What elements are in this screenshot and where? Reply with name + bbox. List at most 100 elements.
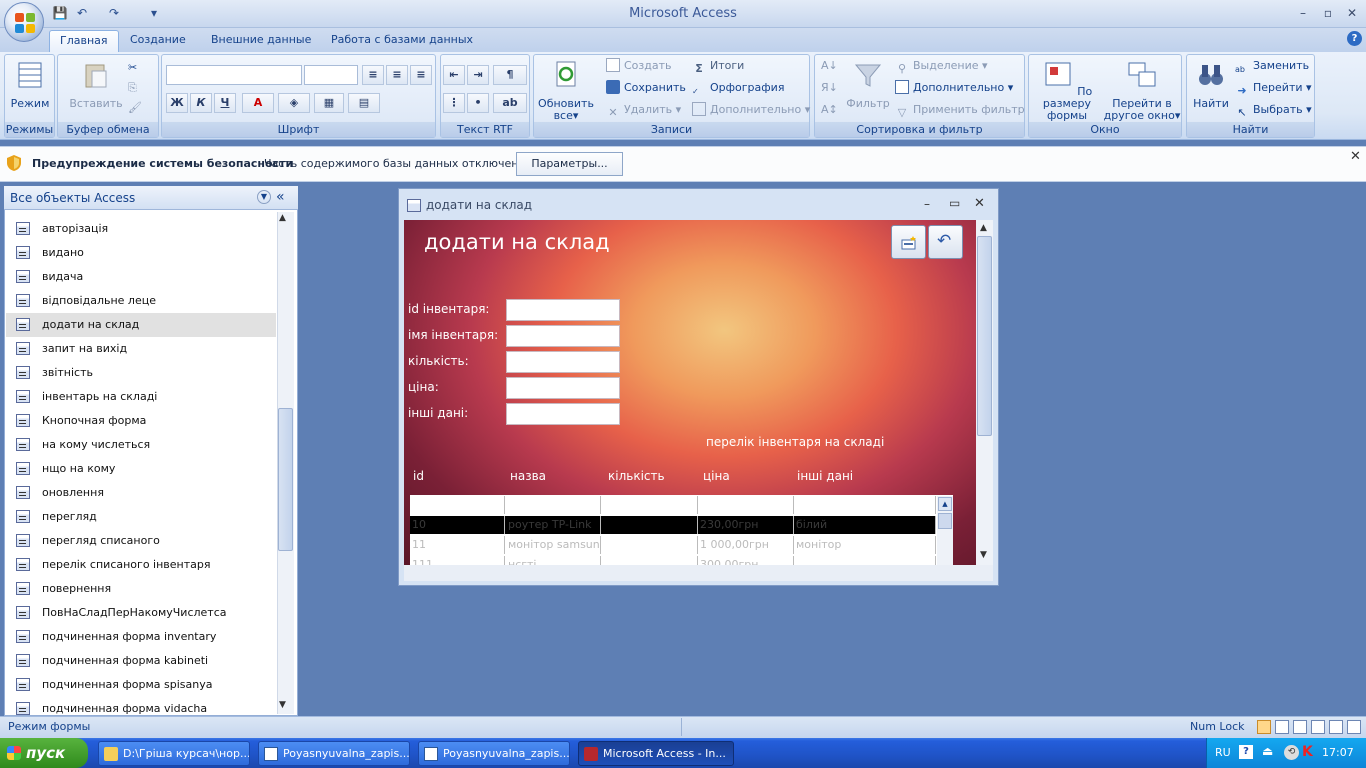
nav-item[interactable]: подчиненная форма inventary (6, 625, 276, 649)
table-row[interactable] (410, 496, 936, 514)
taskbar-item-access[interactable]: Microsoft Access - In... (578, 741, 734, 766)
nav-item[interactable]: подчиненная форма spisanya (6, 673, 276, 697)
nav-item[interactable]: видано (6, 241, 276, 265)
form-minimize-button[interactable]: – (924, 197, 930, 211)
table-row[interactable]: 111 нсгті 300,00грн (410, 556, 936, 565)
sort-desc-icon[interactable]: Я↓ (821, 79, 838, 97)
nav-collapse-icon[interactable]: « (276, 189, 285, 205)
form-close-button[interactable]: ✕ (974, 196, 985, 211)
form-maximize-button[interactable]: ▭ (949, 196, 960, 210)
nav-item[interactable]: подчиненная форма kabineti (6, 649, 276, 673)
maximize-button[interactable]: ▫ (1317, 4, 1339, 22)
subform-scroll-thumb[interactable] (938, 513, 952, 529)
nav-item[interactable]: відповідальне леце (6, 289, 276, 313)
scroll-up-icon[interactable]: ▲ (279, 213, 286, 223)
layout-view-icon[interactable] (1329, 720, 1343, 734)
align-center-button[interactable]: ≡ (386, 65, 408, 85)
quantity-field[interactable] (506, 351, 620, 373)
taskbar-item-word-2[interactable]: Poyasnyuvalna_zapis... (418, 741, 570, 766)
advanced-filter-button[interactable]: Дополнительно ▾ (895, 79, 1013, 97)
antivirus-icon[interactable]: K (1302, 744, 1313, 760)
format-painter-icon[interactable]: 🖌 (128, 99, 142, 117)
font-name-combo[interactable] (166, 65, 302, 85)
pivot-table-icon[interactable] (1293, 720, 1307, 734)
selection-button[interactable]: ⚲ Выделение ▾ (895, 57, 988, 75)
new-record-form-button[interactable] (891, 225, 926, 259)
nav-scroll-thumb[interactable] (278, 408, 293, 551)
language-indicator[interactable]: RU (1215, 746, 1231, 759)
decrease-indent-icon[interactable]: ⇤ (443, 65, 465, 85)
nav-item[interactable]: на кому числеться (6, 433, 276, 457)
close-icon[interactable]: ✕ (1350, 149, 1361, 164)
nav-item[interactable]: запит на вихід (6, 337, 276, 361)
nav-menu-chevron-down-icon[interactable]: ▼ (257, 190, 271, 204)
form-view-icon[interactable] (1257, 720, 1271, 734)
nav-item[interactable]: авторізація (6, 217, 276, 241)
datasheet-view-icon[interactable] (1275, 720, 1289, 734)
tab-database-tools[interactable]: Работа с базами данных (321, 30, 483, 52)
help-tray-icon[interactable]: ? (1239, 745, 1253, 759)
minimize-button[interactable]: – (1292, 4, 1314, 22)
nav-item[interactable]: видача (6, 265, 276, 289)
view-mode-button[interactable]: Режим (7, 59, 53, 110)
table-row[interactable]: 10 роутер TP-Link 230,00грн білий (410, 516, 936, 534)
tab-external-data[interactable]: Внешние данные (201, 30, 321, 52)
select-button[interactable]: ↖ Выбрать ▾ (1235, 101, 1311, 119)
nav-item[interactable]: звітність (6, 361, 276, 385)
help-icon[interactable]: ? (1347, 31, 1362, 46)
nav-item[interactable]: перелік списаного інвентаря (6, 553, 276, 577)
underline-button[interactable]: Ч (214, 93, 236, 113)
nav-item[interactable]: додати на склад (6, 313, 276, 337)
security-options-button[interactable]: Параметры... (516, 152, 623, 176)
clear-sort-icon[interactable]: A↕ (821, 101, 838, 119)
nav-item[interactable]: повернення (6, 577, 276, 601)
replace-button[interactable]: ab Заменить (1235, 57, 1309, 75)
table-row[interactable]: 11 монітор samsung 1 000,00грн монітор (410, 536, 936, 554)
form-scroll-thumb[interactable] (977, 236, 992, 436)
nav-item[interactable]: перегляд списаного (6, 529, 276, 553)
save-record-button[interactable]: Сохранить (606, 79, 686, 97)
nav-item[interactable]: перегляд (6, 505, 276, 529)
gridlines-icon[interactable]: ▦ (314, 93, 344, 113)
cut-icon[interactable]: ✂ (128, 59, 137, 77)
tab-home[interactable]: Главная (49, 30, 119, 52)
apply-filter-button[interactable]: ▽ Применить фильтр (895, 101, 1025, 119)
bold-button[interactable]: Ж (166, 93, 188, 113)
italic-button[interactable]: К (190, 93, 212, 113)
find-button[interactable]: Найти (1189, 59, 1233, 110)
undo-form-button[interactable]: ↶ (928, 225, 963, 259)
scroll-down-icon[interactable]: ▼ (279, 700, 286, 710)
pivot-chart-icon[interactable] (1311, 720, 1325, 734)
tab-create[interactable]: Создание (120, 30, 196, 52)
refresh-all-button[interactable]: Обновить все▾ (536, 59, 596, 122)
align-right-button[interactable]: ≡ (410, 65, 432, 85)
copy-icon[interactable]: ⎘ (128, 79, 137, 97)
delete-record-button[interactable]: ✕ Удалить ▾ (606, 101, 681, 119)
price-field[interactable] (506, 377, 620, 399)
align-left-button[interactable]: ≡ (362, 65, 384, 85)
office-button[interactable] (4, 2, 44, 42)
start-button[interactable]: пуск (0, 738, 88, 768)
font-color-button[interactable]: A (242, 93, 274, 113)
nav-item[interactable]: інвентарь на складі (6, 385, 276, 409)
taskbar-item-explorer[interactable]: D:\Гріша курсач\нор... (98, 741, 250, 766)
fit-to-form-button[interactable]: По размеру формы (1031, 59, 1103, 122)
goto-button[interactable]: ➜ Перейти ▾ (1235, 79, 1311, 97)
design-view-icon[interactable] (1347, 720, 1361, 734)
scroll-up-icon[interactable]: ▲ (938, 497, 952, 511)
inventory-name-field[interactable] (506, 325, 620, 347)
paragraph-icon[interactable]: ¶ (493, 65, 527, 85)
inventory-id-field[interactable] (506, 299, 620, 321)
nav-item[interactable]: оновлення (6, 481, 276, 505)
records-more-button[interactable]: Дополнительно ▾ (692, 101, 810, 119)
taskbar-item-word-1[interactable]: Poyasnyuvalna_zapis... (258, 741, 410, 766)
bullets-icon[interactable]: • (467, 93, 489, 113)
font-size-combo[interactable] (304, 65, 358, 85)
other-data-field[interactable] (506, 403, 620, 425)
numbering-icon[interactable]: ⋮ (443, 93, 465, 113)
spelling-button[interactable]: ✓ Орфография (692, 79, 784, 97)
nav-item[interactable]: Кнопочная форма (6, 409, 276, 433)
alt-fill-icon[interactable]: ▤ (348, 93, 380, 113)
close-button[interactable]: ✕ (1341, 4, 1363, 22)
sort-asc-icon[interactable]: A↓ (821, 57, 838, 75)
